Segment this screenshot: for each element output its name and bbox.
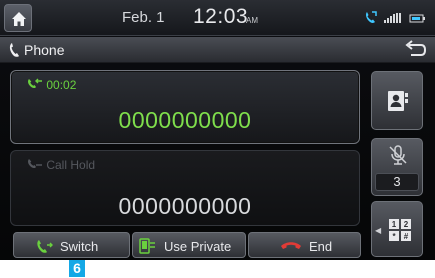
status-time: 12:03 bbox=[193, 5, 249, 28]
title-bar: Phone bbox=[0, 37, 435, 63]
status-ampm: AM bbox=[246, 16, 258, 25]
signal-icon bbox=[383, 11, 405, 29]
phone-handset-icon bbox=[8, 42, 22, 63]
page-title: Phone bbox=[24, 42, 65, 58]
call-active-icon bbox=[27, 78, 46, 92]
call-hold-icon bbox=[27, 158, 46, 172]
private-handset-icon bbox=[139, 238, 157, 257]
callout-number: 6 bbox=[69, 260, 85, 277]
use-private-button[interactable]: Use Private bbox=[132, 232, 246, 258]
arrow-left-icon: ◀ bbox=[375, 226, 382, 235]
held-call-status: Call Hold bbox=[27, 157, 95, 172]
battery-icon bbox=[409, 11, 427, 29]
mute-button[interactable]: 3 bbox=[371, 138, 423, 196]
contacts-button[interactable] bbox=[371, 71, 423, 130]
svg-text:1: 1 bbox=[392, 220, 397, 229]
phone-call-screen: Feb. 1 12:03 AM Phone 00:02 0000000000 C… bbox=[0, 0, 435, 260]
home-button[interactable] bbox=[4, 4, 32, 32]
status-date: Feb. 1 bbox=[122, 9, 165, 26]
use-private-label: Use Private bbox=[164, 239, 232, 254]
call-hold-label: Call Hold bbox=[46, 157, 96, 172]
back-button[interactable] bbox=[401, 40, 429, 60]
back-arrow-icon bbox=[405, 40, 427, 56]
status-bar: Feb. 1 12:03 AM bbox=[0, 0, 435, 36]
active-call-panel[interactable]: 00:02 0000000000 bbox=[10, 70, 360, 144]
svg-text:2: 2 bbox=[404, 220, 409, 229]
mute-microphone-icon bbox=[389, 145, 407, 165]
end-call-icon bbox=[280, 240, 302, 255]
held-call-number: 0000000000 bbox=[118, 193, 252, 219]
keypad-button[interactable]: ◀ 1 2 * # bbox=[371, 201, 423, 257]
svg-text:#: # bbox=[404, 232, 409, 241]
end-label: End bbox=[309, 239, 333, 254]
call-duration: 00:02 bbox=[46, 77, 77, 92]
switch-label: Switch bbox=[60, 239, 99, 254]
active-call-number: 0000000000 bbox=[118, 107, 252, 133]
phone-connected-icon bbox=[364, 10, 378, 29]
switch-call-icon bbox=[36, 238, 54, 257]
home-icon bbox=[12, 12, 26, 26]
status-icons bbox=[364, 10, 427, 26]
active-call-status: 00:02 bbox=[27, 77, 76, 92]
keypad-icon: 1 2 * # bbox=[389, 219, 411, 241]
end-call-button[interactable]: End bbox=[248, 232, 361, 258]
switch-button[interactable]: Switch bbox=[13, 232, 130, 258]
mute-volume-value: 3 bbox=[375, 173, 419, 191]
contacts-icon bbox=[388, 91, 408, 111]
held-call-panel[interactable]: Call Hold 0000000000 bbox=[10, 150, 360, 226]
